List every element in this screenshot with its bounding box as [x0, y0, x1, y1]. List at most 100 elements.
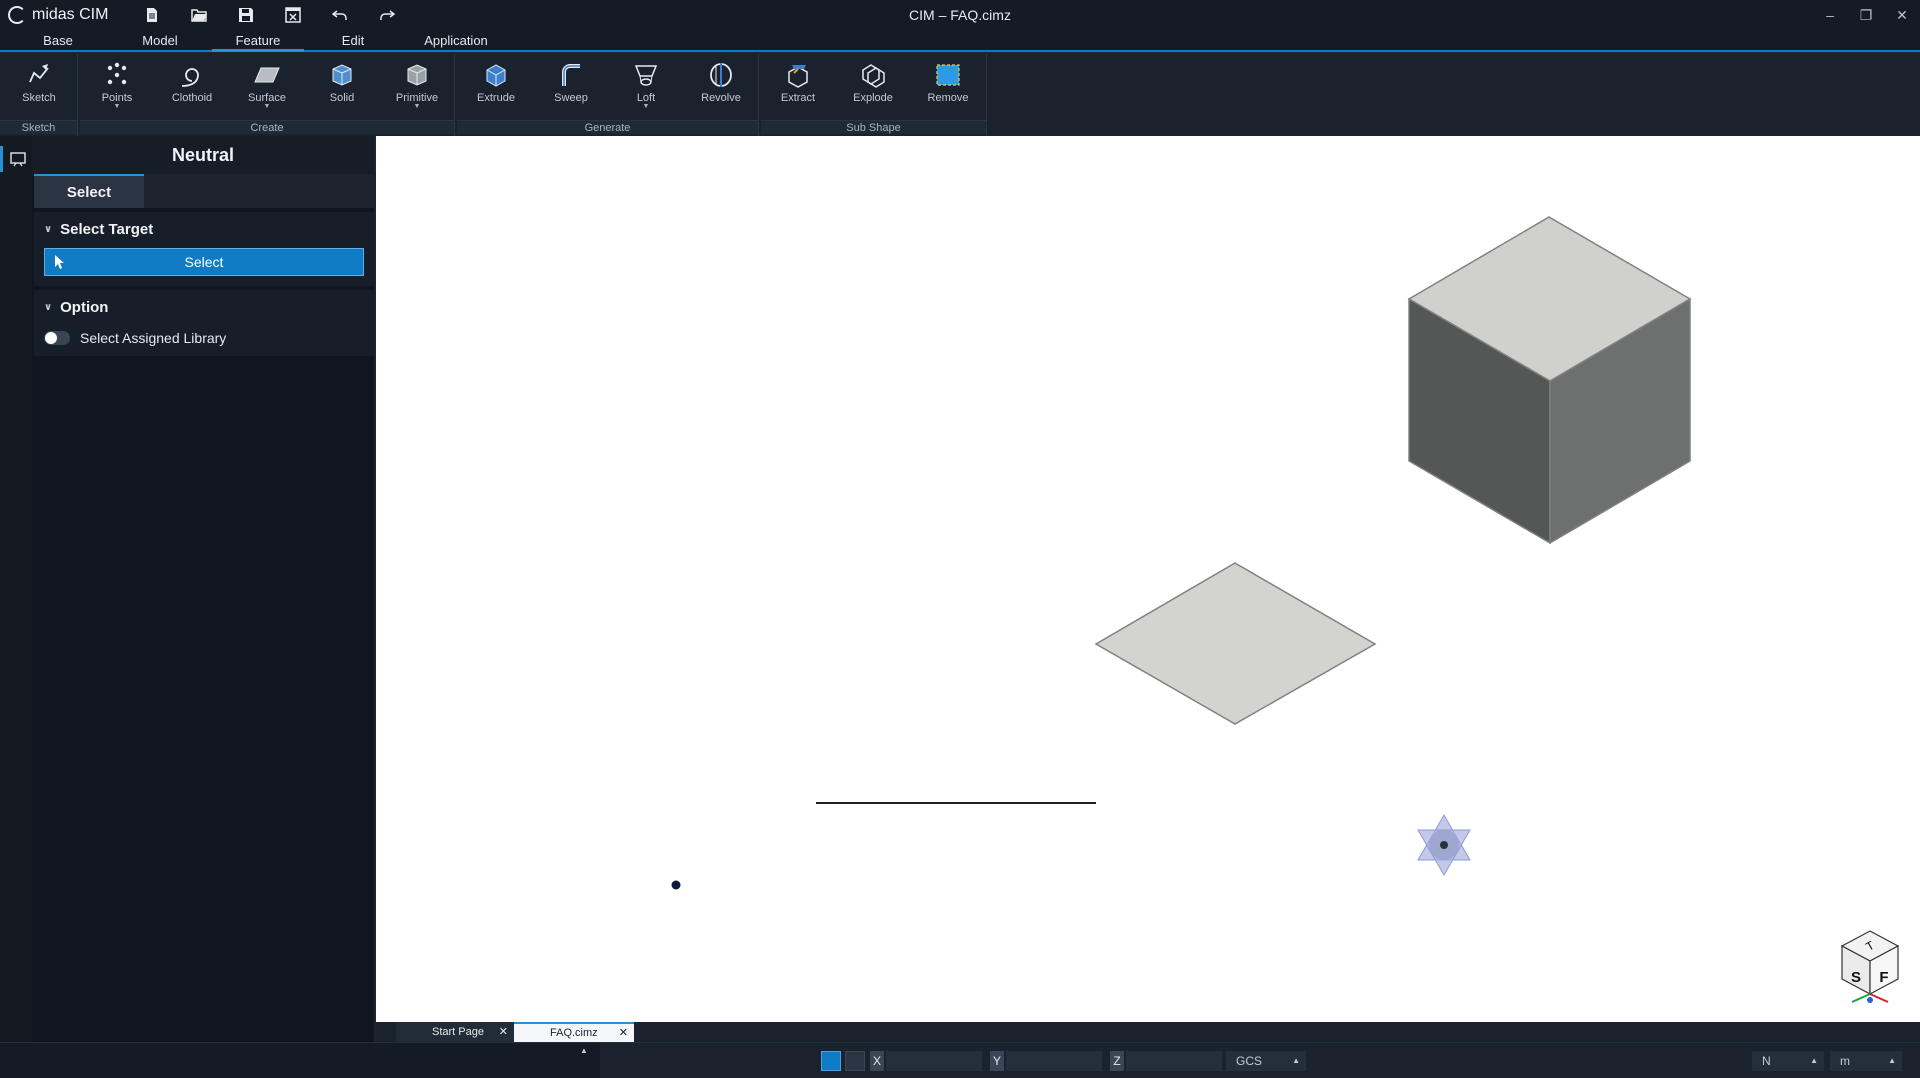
extrude-icon [486, 64, 506, 87]
panel-title: Neutral [32, 136, 374, 174]
solid-icon [332, 64, 352, 86]
select-button-label: Select [184, 254, 224, 270]
dropdown-caret-icon: ▼ [113, 103, 121, 110]
sketch-button[interactable]: Sketch [9, 60, 69, 120]
y-coordinate-field[interactable] [1006, 1051, 1102, 1071]
extract-label: Extract [780, 92, 816, 104]
surface-button[interactable]: Surface ▼ [237, 60, 297, 120]
ribbon-group-sketch: Sketch Sketch [0, 54, 78, 136]
minimize-icon[interactable]: – [1812, 0, 1848, 30]
extract-button[interactable]: Extract [768, 60, 828, 120]
ribbon-group-sub-shape: Extract Explode Remove Sub Shape [761, 54, 987, 136]
length-unit-select[interactable]: m ▲ [1830, 1051, 1902, 1071]
chevron-up-icon: ▲ [1810, 1056, 1818, 1065]
undo-icon[interactable] [316, 0, 363, 30]
select-target-heading: Select Target [60, 220, 154, 238]
extrude-label: Extrude [477, 92, 515, 104]
angle-icon[interactable] [845, 1051, 865, 1071]
extract-icon [788, 65, 808, 88]
z-label: Z [1110, 1051, 1124, 1071]
remove-button[interactable]: Remove [918, 60, 978, 120]
tab-base[interactable]: Base [0, 30, 116, 50]
new-file-icon[interactable] [128, 0, 175, 30]
select-assigned-library-label: Select Assigned Library [80, 330, 227, 346]
coordinate-system-value: GCS [1236, 1054, 1263, 1068]
restore-icon[interactable]: ❐ [1848, 0, 1884, 30]
select-target-section: ∨ Select Target Select [34, 212, 374, 286]
close-tab-icon[interactable]: ✕ [619, 1024, 628, 1042]
group-label-sub-shape: Sub Shape [761, 120, 986, 134]
app-logo: midas CIM [0, 6, 120, 24]
dropdown-caret-icon: ▼ [413, 103, 421, 110]
select-target-header[interactable]: ∨ Select Target [44, 218, 364, 240]
save-icon[interactable] [222, 0, 269, 30]
status-bar: ▲ X Y Z GCS ▲ N ▲ m ▲ [0, 1042, 1920, 1078]
close-file-icon[interactable] [269, 0, 316, 30]
snap-icon[interactable] [821, 1051, 841, 1071]
tab-model[interactable]: Model [116, 30, 204, 50]
force-unit-select[interactable]: N ▲ [1752, 1051, 1824, 1071]
close-window-icon[interactable]: ✕ [1884, 0, 1920, 30]
doc-tab-start-page[interactable]: Start Page ✕ [396, 1022, 514, 1042]
sweep-label: Sweep [554, 92, 588, 104]
doc-tab-label: Start Page [432, 1026, 484, 1038]
remove-icon [936, 64, 960, 86]
solid-button[interactable]: Solid [312, 60, 372, 120]
select-assigned-library-row: Select Assigned Library [44, 330, 364, 346]
x-coordinate-field[interactable] [886, 1051, 982, 1071]
remove-label: Remove [927, 92, 969, 104]
chevron-down-icon: ∨ [44, 301, 53, 313]
force-unit-value: N [1762, 1054, 1771, 1068]
tab-application[interactable]: Application [394, 30, 518, 50]
loft-button[interactable]: Loft ▼ [616, 60, 676, 120]
point-marker[interactable] [671, 880, 681, 890]
open-folder-icon[interactable] [175, 0, 222, 30]
redo-icon[interactable] [363, 0, 410, 30]
option-section: ∨ Option Select Assigned Library [34, 290, 374, 356]
revolve-icon [710, 63, 732, 87]
quick-access-toolbar [128, 0, 410, 30]
sweep-button[interactable]: Sweep [541, 60, 601, 120]
explode-icon [862, 64, 885, 88]
z-coordinate-field[interactable] [1126, 1051, 1222, 1071]
cube-solid[interactable] [1407, 216, 1692, 545]
plane-surface[interactable] [1094, 562, 1377, 725]
select-assigned-library-toggle[interactable] [44, 331, 70, 345]
surface-icon [254, 67, 280, 83]
window-controls: – ❐ ✕ [1812, 0, 1920, 30]
points-icon [107, 62, 127, 85]
dropdown-caret-icon: ▼ [642, 103, 650, 110]
3d-viewport[interactable]: T S F [376, 136, 1920, 1022]
select-button[interactable]: Select [44, 248, 364, 276]
title-bar: midas CIM CIM – FAQ.cimz – ❐ ✕ [0, 0, 1920, 30]
sweep-icon [562, 64, 580, 86]
chevron-up-icon: ▲ [1888, 1056, 1896, 1065]
explode-button[interactable]: Explode [843, 60, 903, 120]
close-tab-icon[interactable]: ✕ [499, 1022, 508, 1042]
tab-edit[interactable]: Edit [312, 30, 394, 50]
ribbon: Sketch Sketch Points ▼ Clothoid Surface … [0, 54, 1920, 136]
revolve-button[interactable]: Revolve [691, 60, 751, 120]
tab-feature[interactable]: Feature [204, 30, 312, 52]
doc-tab-label: FAQ.cimz [550, 1027, 598, 1039]
properties-panel-icon[interactable] [0, 146, 32, 172]
view-cube-left-label: S [1851, 969, 1861, 986]
y-label: Y [990, 1051, 1004, 1071]
points-button[interactable]: Points ▼ [87, 60, 147, 120]
cursor-arrow-icon [55, 255, 64, 269]
doc-tab-faq[interactable]: FAQ.cimz ✕ [514, 1022, 634, 1042]
origin-pivot-icon[interactable] [1417, 814, 1471, 876]
option-header[interactable]: ∨ Option [44, 296, 364, 318]
primitive-button[interactable]: Primitive ▼ [387, 60, 447, 120]
app-name: midas CIM [32, 6, 109, 23]
status-left-area [0, 1043, 600, 1078]
window-title: CIM – FAQ.cimz [909, 7, 1011, 23]
tab-select[interactable]: Select [34, 174, 144, 208]
view-cube[interactable]: T S F [1840, 930, 1900, 1003]
menu-tab-bar: Base Model Feature Edit Application [0, 30, 1920, 52]
expand-handle-icon[interactable]: ▲ [580, 1046, 588, 1055]
clothoid-button[interactable]: Clothoid [162, 60, 222, 120]
coordinate-system-select[interactable]: GCS ▲ [1226, 1051, 1306, 1071]
x-label: X [870, 1051, 884, 1071]
extrude-button[interactable]: Extrude [466, 60, 526, 120]
